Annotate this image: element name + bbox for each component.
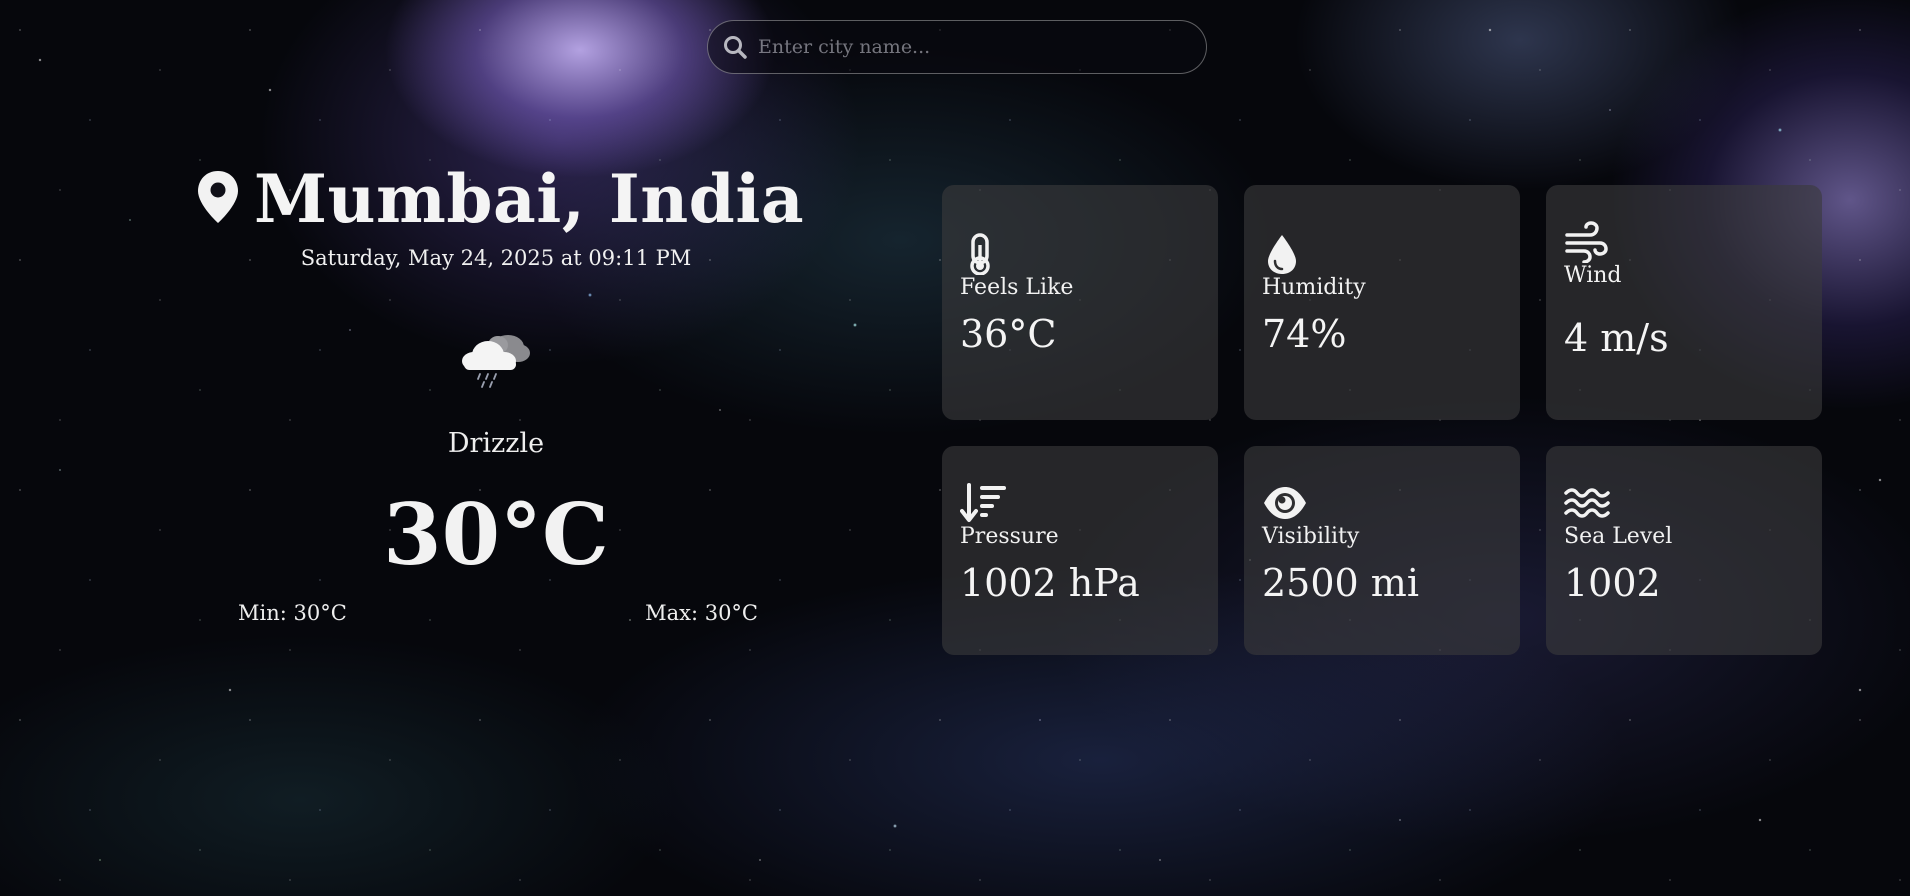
pressure-icon bbox=[960, 482, 1006, 522]
wind-card: Wind 4 m/s bbox=[1546, 185, 1822, 420]
cloud-drizzle-icon bbox=[458, 325, 534, 390]
humidity-value: 74% bbox=[1262, 312, 1347, 356]
location-heading: Mumbai, India bbox=[196, 160, 804, 238]
min-temperature: Min: 30°C bbox=[238, 601, 347, 625]
search-bar[interactable] bbox=[707, 20, 1207, 74]
location-pin-icon bbox=[196, 169, 240, 229]
feels-like-card: Feels Like 36°C bbox=[942, 185, 1218, 420]
feels-like-label: Feels Like bbox=[960, 275, 1074, 300]
weather-condition: Drizzle bbox=[447, 428, 545, 459]
sea-level-card: Sea Level 1002 bbox=[1546, 446, 1822, 655]
wind-label: Wind bbox=[1564, 263, 1622, 288]
droplet-icon bbox=[1262, 233, 1302, 274]
visibility-value: 2500 mi bbox=[1262, 561, 1419, 605]
city-name: Mumbai, India bbox=[254, 160, 805, 238]
current-temperature: 30°C bbox=[383, 485, 609, 584]
date-time: Saturday, May 24, 2025 at 09:11 PM bbox=[300, 246, 692, 270]
search-input[interactable] bbox=[750, 21, 1206, 73]
weather-details-grid: Feels Like 36°C Humidity 74% Wind 4 m/s bbox=[942, 185, 1822, 655]
thermometer-icon bbox=[960, 233, 1000, 276]
wind-value: 4 m/s bbox=[1564, 316, 1669, 360]
wind-icon bbox=[1564, 221, 1608, 264]
humidity-card: Humidity 74% bbox=[1244, 185, 1520, 420]
pressure-label: Pressure bbox=[960, 524, 1059, 549]
feels-like-value: 36°C bbox=[960, 312, 1057, 356]
current-weather-panel: Mumbai, India Saturday, May 24, 2025 at … bbox=[196, 160, 804, 625]
pressure-value: 1002 hPa bbox=[960, 561, 1140, 605]
humidity-label: Humidity bbox=[1262, 275, 1366, 300]
search-icon[interactable] bbox=[720, 32, 750, 62]
sea-level-value: 1002 bbox=[1564, 561, 1661, 605]
eye-icon bbox=[1262, 482, 1306, 522]
min-max-temperature: Min: 30°C Max: 30°C bbox=[238, 601, 758, 625]
pressure-card: Pressure 1002 hPa bbox=[942, 446, 1218, 655]
visibility-card: Visibility 2500 mi bbox=[1244, 446, 1520, 655]
water-waves-icon bbox=[1564, 482, 1610, 522]
max-temperature: Max: 30°C bbox=[645, 601, 758, 625]
sea-level-label: Sea Level bbox=[1564, 524, 1673, 549]
visibility-label: Visibility bbox=[1262, 524, 1360, 549]
